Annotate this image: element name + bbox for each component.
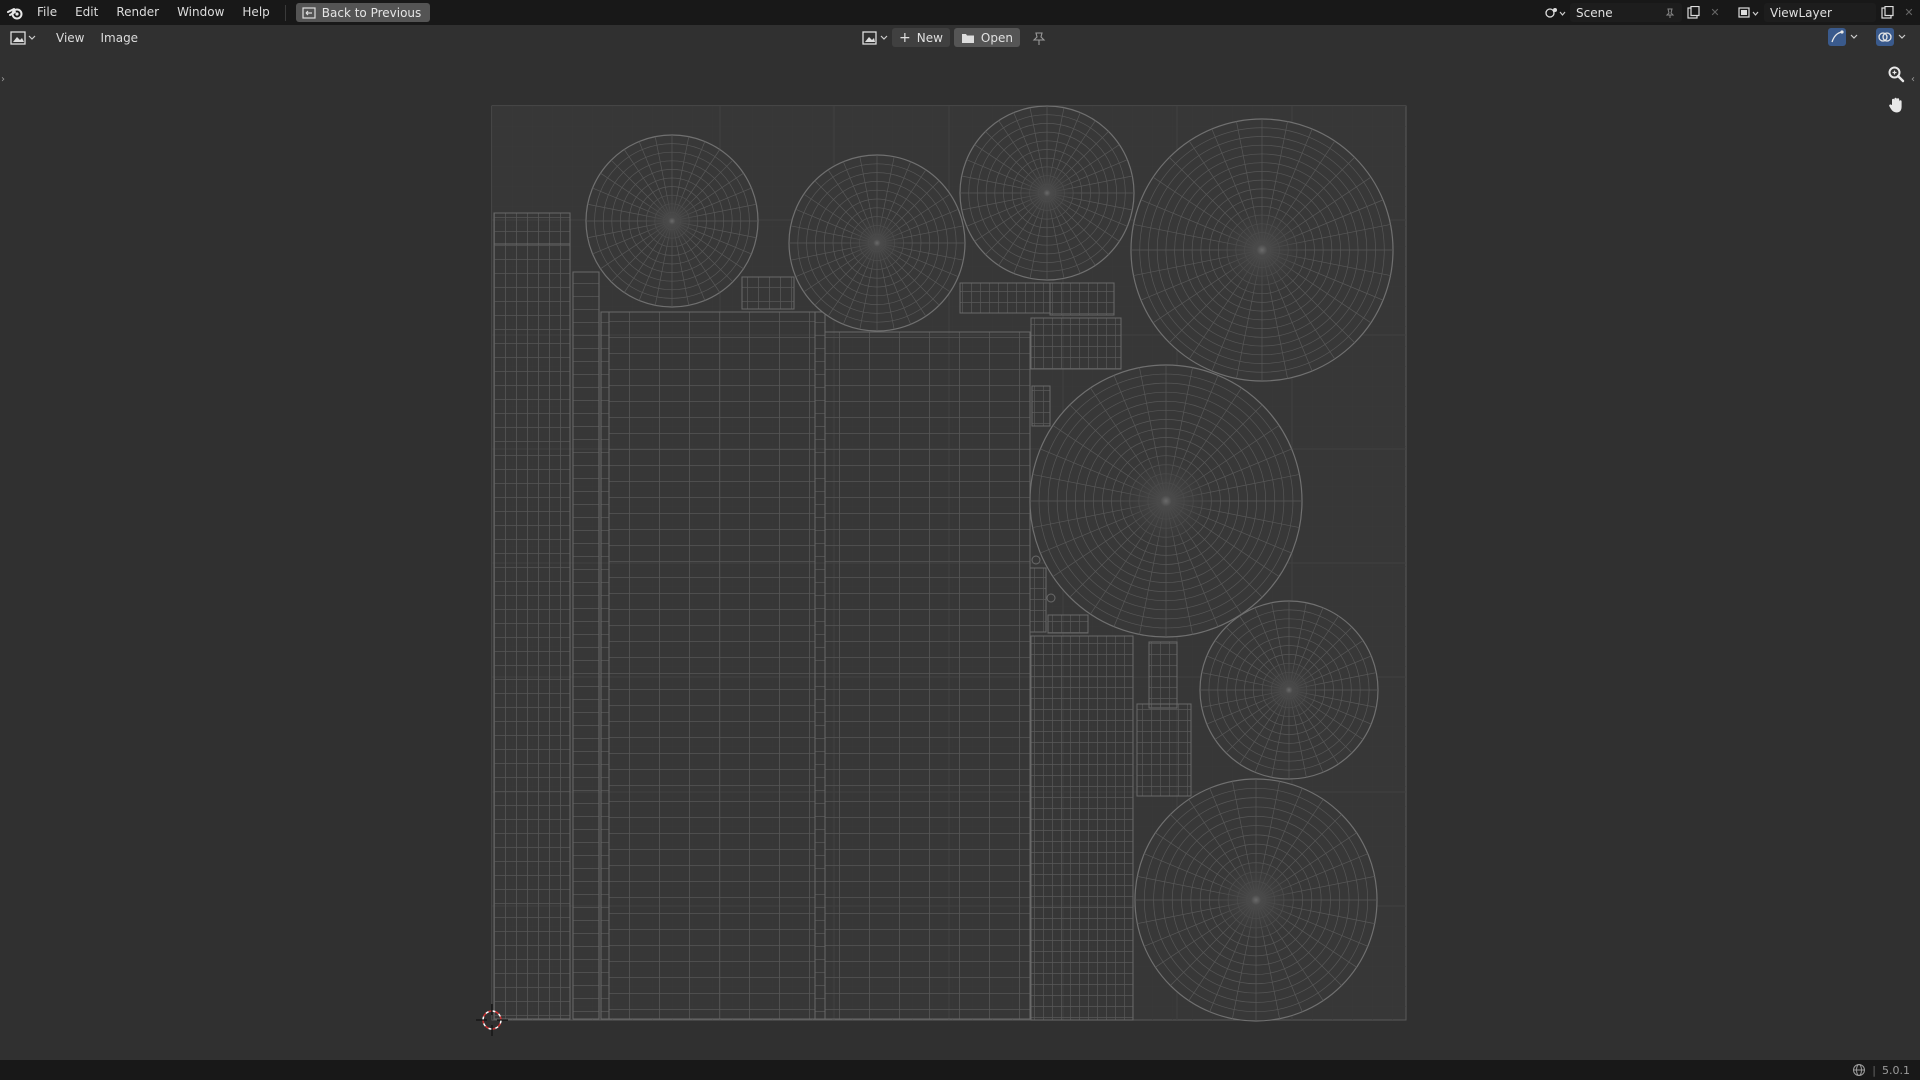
image-editor-header: View Image + New Open (0, 25, 1920, 50)
scene-browse-icon[interactable] (1540, 3, 1570, 22)
viewlayer-browse-icon[interactable] (1734, 3, 1764, 22)
uv-island-left-strips (493, 212, 610, 1020)
uv-island-circle-1 (585, 134, 759, 308)
blender-logo-icon[interactable] (2, 0, 28, 25)
chevron-down-icon (880, 35, 888, 40)
sample-tool-icon[interactable] (1828, 28, 1846, 46)
status-divider: | (1872, 1063, 1876, 1077)
chevron-down-icon[interactable] (1898, 34, 1906, 40)
menu-window[interactable]: Window (168, 0, 233, 25)
menu-file[interactable]: File (28, 0, 66, 25)
menu-help[interactable]: Help (233, 0, 278, 25)
menu-image[interactable]: Image (92, 31, 146, 45)
menu-divider (284, 4, 286, 21)
open-image-button[interactable]: Open (953, 28, 1020, 47)
viewlayer-field[interactable]: ViewLayer (1764, 3, 1876, 22)
image-browse-icon (862, 30, 877, 45)
chevron-down-icon (28, 35, 36, 40)
chevron-down-icon[interactable] (1850, 34, 1858, 40)
sidebar-expand-arrow-icon[interactable]: ‹ (1911, 74, 1915, 85)
image-editor-icon (10, 30, 26, 45)
back-icon (302, 6, 316, 19)
delete-viewlayer-icon[interactable]: ✕ (1898, 3, 1920, 22)
uv-island-large-panels (608, 311, 1031, 1020)
editor-type-selector[interactable] (10, 30, 36, 45)
pin-icon[interactable] (1030, 30, 1048, 46)
image-tools: + New Open (862, 28, 1048, 47)
version-info: | 5.0.1 (1852, 1063, 1920, 1077)
delete-scene-icon[interactable]: ✕ (1704, 3, 1726, 22)
viewlayer-name: ViewLayer (1770, 5, 1832, 20)
hand-pan-icon[interactable] (1884, 93, 1908, 117)
pin-icon[interactable] (1664, 7, 1676, 19)
image-browse-selector[interactable] (862, 30, 888, 45)
header-right-tools (1828, 28, 1906, 46)
uv-editor-canvas[interactable] (0, 50, 1920, 1060)
plus-icon: + (899, 29, 911, 46)
new-label: New (916, 30, 943, 45)
open-label: Open (980, 30, 1013, 45)
scene-field[interactable]: Scene (1570, 3, 1682, 22)
folder-icon (961, 33, 974, 43)
status-bar: | 5.0.1 (0, 1060, 1920, 1080)
menu-edit[interactable]: Edit (66, 0, 107, 25)
new-image-button[interactable]: + New (892, 28, 950, 47)
overlays-icon[interactable] (1876, 28, 1894, 46)
globe-icon (1853, 1064, 1866, 1076)
uv-island-circle-5 (1029, 364, 1303, 638)
version-number: 5.0.1 (1882, 1063, 1910, 1077)
uv-island-circle-7 (1134, 778, 1378, 1022)
new-viewlayer-icon[interactable] (1876, 3, 1898, 22)
uv-island-circle-3 (959, 105, 1135, 281)
back-to-previous-button[interactable]: Back to Previous (295, 3, 431, 22)
uv-island-circle-6 (1199, 600, 1379, 780)
new-scene-icon[interactable] (1682, 3, 1704, 22)
top-bar: File Edit Render Window Help Back to Pre… (0, 0, 1920, 25)
uv-island-circle-2 (788, 154, 966, 332)
toolbar-expand-arrow-icon[interactable]: › (1, 74, 5, 85)
scene-name: Scene (1576, 5, 1613, 20)
back-to-previous-label: Back to Previous (321, 5, 422, 20)
menu-view[interactable]: View (48, 31, 92, 45)
menu-render[interactable]: Render (107, 0, 168, 25)
zoom-icon[interactable] (1884, 62, 1908, 86)
uv-island-circle-4 (1130, 118, 1394, 382)
